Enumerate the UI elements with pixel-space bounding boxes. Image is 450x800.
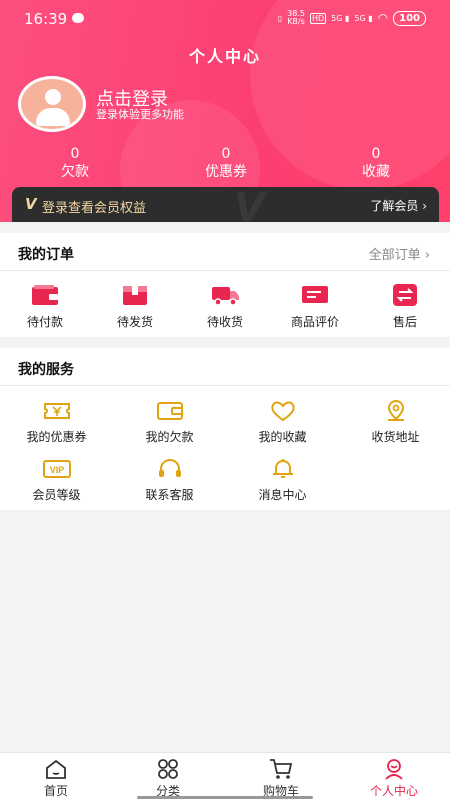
service-messages[interactable]: 消息中心: [226, 458, 339, 503]
cart-icon: [270, 759, 293, 779]
orders-title: 我的订单: [18, 247, 74, 263]
order-item-label: 商品评价: [290, 315, 339, 329]
vip-banner-text: 登录查看会员权益: [42, 201, 147, 216]
signal-1-icon: 5G ▮: [331, 13, 350, 23]
services-header: 我的服务: [0, 348, 450, 386]
services-panel: 我的服务 我的优惠券 我的欠款 我的收藏 收货地址 VIP 会员等级 联系客服 …: [0, 348, 450, 510]
vip-learn-more-link[interactable]: 了解会员 ›: [370, 197, 427, 214]
bell-icon: [272, 459, 293, 478]
order-pending-receipt[interactable]: 待收货: [180, 283, 270, 330]
review-icon: [302, 286, 328, 303]
net-speed: 38.5 KB/s: [287, 10, 305, 26]
home-indicator[interactable]: [137, 796, 313, 799]
service-label: 收货地址: [371, 430, 420, 444]
wallet-outline-icon: [156, 402, 183, 420]
status-icons: ▯ 38.5 KB/s HD 5G ▮ 5G ▮ ◠ 100: [278, 10, 426, 26]
package-icon: [123, 286, 147, 305]
service-label: 联系客服: [145, 488, 194, 502]
service-favorites[interactable]: 我的收藏: [226, 400, 339, 445]
wifi-icon: ◠: [377, 11, 389, 25]
wallet-icon: [32, 285, 58, 305]
sim2-label: 5G: [354, 13, 366, 23]
chevron-right-icon: ›: [422, 199, 427, 213]
orders-header: 我的订单 全部订单 ›: [0, 233, 450, 271]
order-item-label: 待发货: [116, 315, 153, 329]
vip-icon: VIP: [42, 460, 71, 478]
tab-home[interactable]: 首页: [0, 758, 112, 799]
stat-label: 优惠券: [205, 164, 247, 180]
truck-icon: [212, 287, 239, 306]
avatar-head: [45, 89, 61, 105]
avatar[interactable]: [18, 76, 86, 132]
page-title: 个人中心: [188, 47, 261, 66]
vip-watermark-icon: V: [234, 185, 265, 222]
home-icon: [46, 759, 66, 779]
order-review[interactable]: 商品评价: [270, 283, 360, 330]
sim1-label: 5G: [331, 13, 343, 23]
location-icon: [387, 400, 404, 421]
avatar-body: [36, 108, 70, 126]
tab-cart[interactable]: 购物车: [225, 758, 337, 799]
stat-debt[interactable]: 0 欠款: [25, 146, 125, 182]
service-label: 消息中心: [258, 488, 307, 502]
status-bar: 16:39 ▯ 38.5 KB/s HD 5G ▮ 5G ▮ ◠ 100: [0, 0, 450, 38]
after-sales-icon: [393, 284, 417, 306]
stat-coupons[interactable]: 0 优惠券: [176, 146, 276, 182]
stat-label: 收藏: [362, 164, 390, 180]
stat-favorites[interactable]: 0 收藏: [326, 146, 426, 182]
service-membership[interactable]: VIP 会员等级: [0, 458, 113, 503]
login-subtitle: 登录体验更多功能: [96, 108, 184, 121]
tab-profile[interactable]: 个人中心: [338, 758, 450, 799]
vip-learn-more-label: 了解会员: [370, 199, 419, 213]
service-label: 我的收藏: [258, 430, 307, 444]
service-label: 我的优惠券: [26, 430, 87, 444]
order-pending-payment[interactable]: 待付款: [0, 283, 90, 330]
grid-icon: [158, 759, 178, 779]
status-time: 16:39: [24, 10, 68, 28]
hd-badge: HD: [309, 12, 327, 24]
all-orders-label: 全部订单: [368, 248, 421, 263]
service-coupons[interactable]: 我的优惠券: [0, 400, 113, 445]
chevron-right-icon: ›: [424, 248, 430, 263]
service-support[interactable]: 联系客服: [113, 458, 226, 503]
service-label: 会员等级: [32, 488, 81, 502]
wechat-notification-icon: [72, 13, 84, 23]
services-title: 我的服务: [18, 362, 74, 378]
order-pending-shipment[interactable]: 待发货: [90, 283, 180, 330]
stat-value: 0: [70, 146, 80, 162]
tab-label: 首页: [43, 784, 68, 798]
signal-2-icon: 5G ▮: [354, 13, 373, 23]
svg-text:VIP: VIP: [49, 465, 64, 475]
order-item-label: 待收货: [206, 315, 243, 329]
profile-header: 16:39 ▯ 38.5 KB/s HD 5G ▮ 5G ▮ ◠ 100 个人中…: [0, 0, 450, 222]
bottom-tab-bar: 首页 分类 购物车 个人中心: [0, 752, 450, 800]
coupon-icon: [43, 403, 70, 419]
net-speed-unit: KB/s: [287, 17, 305, 26]
vip-banner[interactable]: V 登录查看会员权益 V 了解会员 ›: [12, 185, 439, 222]
order-after-sales[interactable]: 售后: [360, 283, 450, 330]
vibrate-icon: ▯: [277, 13, 283, 23]
person-icon: [385, 759, 403, 780]
service-address[interactable]: 收货地址: [339, 400, 450, 445]
stat-value: 0: [221, 146, 231, 162]
order-item-label: 待付款: [26, 315, 63, 329]
stat-value: 0: [371, 146, 381, 162]
tab-label: 个人中心: [369, 784, 418, 798]
all-orders-link[interactable]: 全部订单 ›: [369, 244, 430, 263]
order-item-label: 售后: [392, 315, 417, 329]
battery-indicator: 100: [393, 10, 426, 26]
tab-categories[interactable]: 分类: [112, 758, 224, 799]
stat-label: 欠款: [61, 164, 89, 180]
orders-panel: 我的订单 全部订单 › 待付款 待发货 待收货 商品评价 售后: [0, 233, 450, 337]
service-label: 我的欠款: [145, 430, 194, 444]
vip-badge-icon: V: [25, 195, 37, 213]
service-debt[interactable]: 我的欠款: [113, 400, 226, 445]
headset-icon: [158, 459, 181, 477]
heart-icon: [270, 401, 295, 422]
